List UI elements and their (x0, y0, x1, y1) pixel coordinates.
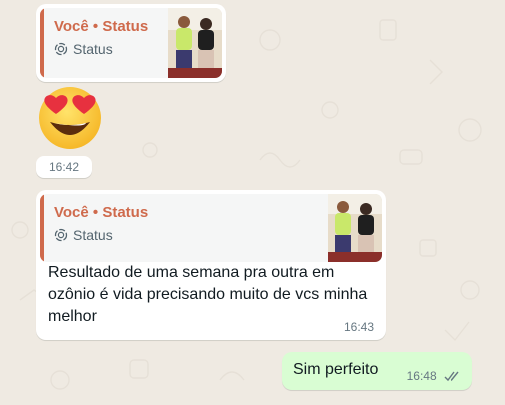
status-thumbnail (168, 8, 222, 78)
message-time: 16:43 (343, 320, 374, 334)
double-check-icon (444, 371, 459, 382)
message-text: Sim perfeito (293, 361, 379, 378)
quote-subtitle-text: Status (73, 41, 113, 57)
status-thumbnail (328, 194, 382, 262)
message-bubble-status-reply-1[interactable]: Você • Status Status (36, 4, 226, 82)
message-text: Resultado de uma semana pra outra em ozô… (48, 264, 368, 325)
message-time: 16:48 (407, 369, 462, 383)
message-bubble-status-reply-2[interactable]: Você • Status Status Resultado de uma se… (36, 190, 386, 340)
quote-subtitle-text: Status (73, 227, 113, 243)
quoted-status[interactable]: Você • Status Status (40, 8, 222, 78)
quote-title: Você • Status (54, 18, 149, 35)
heart-eyes-icon (39, 87, 101, 149)
quote-accent-bar (40, 8, 44, 78)
quote-subtitle: Status (54, 41, 113, 57)
quoted-status[interactable]: Você • Status Status (40, 194, 382, 262)
status-icon (54, 228, 68, 242)
message-time: 16:42 (49, 160, 80, 174)
quote-accent-bar (40, 194, 44, 262)
message-bubble-outgoing[interactable]: Sim perfeito 16:48 (282, 352, 472, 390)
quote-title: Você • Status (54, 204, 149, 221)
heart-eyes-emoji[interactable] (36, 84, 104, 152)
quote-subtitle: Status (54, 227, 113, 243)
status-icon (54, 42, 68, 56)
timestamp-chip: 16:42 (36, 156, 92, 178)
